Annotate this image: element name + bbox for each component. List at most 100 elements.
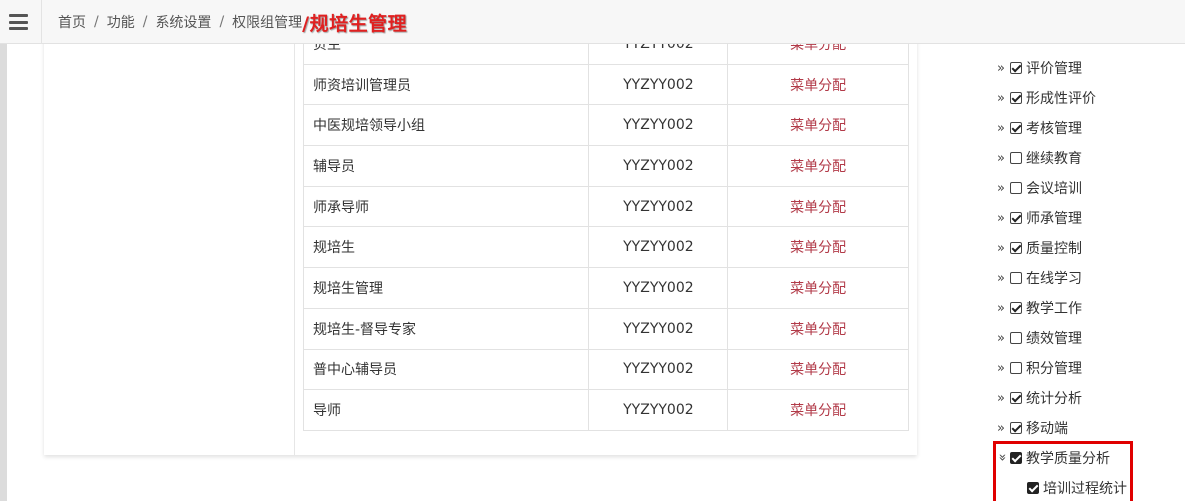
checkbox-checked-icon[interactable]	[1027, 482, 1039, 494]
tree-item[interactable]: » 教学工作	[997, 293, 1185, 323]
tree-item[interactable]: » 会议培训	[997, 173, 1185, 203]
tree-item[interactable]: » 评价管理	[997, 53, 1185, 83]
menu-assign-link[interactable]: 菜单分配	[790, 118, 846, 134]
tree-item[interactable]: » 继续教育	[997, 143, 1185, 173]
role-code-cell: YYZYY002	[588, 185, 729, 228]
chevron-right-icon[interactable]: »	[997, 421, 1010, 436]
chevron-right-icon[interactable]: »	[997, 241, 1010, 256]
chevron-right-icon[interactable]: »	[997, 361, 1010, 376]
tree-item[interactable]: » 积分管理	[997, 353, 1185, 383]
tree-item-label: 移动端	[1026, 421, 1068, 437]
menu-assign-link[interactable]: 菜单分配	[790, 240, 846, 256]
checkbox-checked-icon[interactable]	[1010, 422, 1022, 434]
tree-item-label: 师承管理	[1026, 211, 1082, 227]
tree-item[interactable]: » 移动端	[997, 413, 1185, 443]
role-name-cell: 中医规培领导小组	[302, 104, 590, 147]
tree-item-label: 考核管理	[1026, 121, 1082, 137]
menu-assign-link[interactable]: 菜单分配	[790, 200, 846, 216]
tree-item[interactable]: » 质量控制	[997, 233, 1185, 263]
role-action-cell: 菜单分配	[727, 63, 909, 106]
tree-item-label: 教学质量分析	[1026, 451, 1110, 467]
menu-permission-tree: » 评价管理 » 形成性评价 » 考核管理 » 继续教育 » 会议培训 » 师承管理 » 质量控制 » 在线学…	[995, 53, 1185, 501]
tree-item[interactable]: » 教学质量分析	[995, 443, 1185, 473]
breadcrumb-separator: /	[142, 14, 148, 30]
menu-assign-link[interactable]: 菜单分配	[790, 78, 846, 94]
menu-toggle-button[interactable]	[0, 0, 36, 44]
checkbox-checked-icon[interactable]	[1010, 212, 1022, 224]
checkbox-empty-icon[interactable]	[1010, 332, 1022, 344]
checkbox-empty-icon[interactable]	[1010, 362, 1022, 374]
table-row: 辅导员 YYZYY002 菜单分配	[302, 145, 909, 187]
chevron-right-icon[interactable]: »	[997, 331, 1010, 346]
checkbox-empty-icon[interactable]	[1010, 272, 1022, 284]
checkbox-empty-icon[interactable]	[1010, 152, 1022, 164]
chevron-right-icon[interactable]: »	[997, 271, 1010, 286]
breadcrumb: 首页 / 功能 / 系统设置 / 权限组管理 /规培生管理	[58, 0, 407, 44]
breadcrumb-current: /规培生管理	[302, 12, 408, 35]
role-name-cell: 规培生管理	[302, 267, 590, 309]
tree-item-label: 积分管理	[1026, 361, 1082, 377]
checkbox-checked-icon[interactable]	[1010, 452, 1022, 464]
role-action-cell: 菜单分配	[727, 389, 909, 431]
tree-item[interactable]: » 绩效管理	[997, 323, 1185, 353]
tree-item-label: 形成性评价	[1026, 91, 1096, 107]
breadcrumb-separator: /	[219, 14, 225, 30]
checkbox-checked-icon[interactable]	[1010, 302, 1022, 314]
table-row: 规培生-督导专家 YYZYY002 菜单分配	[302, 307, 909, 350]
tree-item[interactable]: » 师承管理	[997, 203, 1185, 233]
chevron-right-icon[interactable]: »	[997, 61, 1010, 76]
chevron-right-icon[interactable]: »	[997, 181, 1010, 196]
table-row: 规培生管理 YYZYY002 菜单分配	[302, 267, 909, 309]
breadcrumb-home[interactable]: 首页	[58, 12, 86, 32]
tree-item-label: 培训过程统计	[1043, 481, 1127, 497]
menu-assign-link[interactable]: 菜单分配	[790, 362, 846, 378]
checkbox-checked-icon[interactable]	[1010, 242, 1022, 254]
tree-item[interactable]: » 形成性评价	[997, 83, 1185, 113]
tree-item[interactable]: 培训过程统计	[997, 473, 1185, 501]
role-name-cell: 师承导师	[302, 185, 590, 228]
table-row: 师承导师 YYZYY002 菜单分配	[302, 185, 909, 228]
table-row: 师资培训管理员 YYZYY002 菜单分配	[302, 63, 909, 106]
menu-assign-link[interactable]: 菜单分配	[790, 322, 846, 338]
menu-assign-link[interactable]: 菜单分配	[790, 159, 846, 175]
checkbox-checked-icon[interactable]	[1010, 62, 1022, 74]
chevron-right-icon[interactable]: »	[997, 121, 1010, 136]
header-divider	[41, 0, 42, 44]
menu-assign-link[interactable]: 菜单分配	[790, 281, 846, 297]
role-code-cell: YYZYY002	[588, 226, 729, 269]
tree-item-label: 评价管理	[1026, 61, 1082, 77]
table-row: 普中心辅导员 YYZYY002 菜单分配	[302, 348, 909, 391]
tree-item-label: 继续教育	[1026, 151, 1082, 167]
breadcrumb-system-settings[interactable]: 系统设置	[155, 12, 211, 32]
tree-item[interactable]: » 在线学习	[997, 263, 1185, 293]
breadcrumb-permission-group[interactable]: 权限组管理	[232, 12, 302, 32]
menu-assign-link[interactable]: 菜单分配	[790, 403, 846, 419]
breadcrumb-separator: /	[94, 14, 99, 30]
checkbox-checked-icon[interactable]	[1010, 122, 1022, 134]
chevron-right-icon[interactable]: »	[997, 91, 1010, 106]
table-row: 导师 YYZYY002 菜单分配	[302, 389, 909, 431]
checkbox-empty-icon[interactable]	[1010, 182, 1022, 194]
tree-item-label: 质量控制	[1026, 241, 1082, 257]
tree-item-label: 教学工作	[1026, 301, 1082, 317]
role-code-cell: YYZYY002	[588, 104, 729, 147]
checkbox-checked-icon[interactable]	[1010, 392, 1022, 404]
role-name-cell: 规培生-督导专家	[302, 307, 590, 350]
chevron-right-icon[interactable]: »	[997, 211, 1010, 226]
tree-item-label: 在线学习	[1026, 271, 1082, 287]
chevron-right-icon[interactable]: »	[997, 391, 1010, 406]
table-row: 中医规培领导小组 YYZYY002 菜单分配	[302, 104, 909, 147]
breadcrumb-function[interactable]: 功能	[107, 12, 135, 32]
tree-item[interactable]: » 考核管理	[997, 113, 1185, 143]
panel-column-divider	[294, 0, 295, 455]
tree-item[interactable]: » 统计分析	[997, 383, 1185, 413]
chevron-right-icon[interactable]: »	[997, 151, 1010, 166]
role-name-cell: 导师	[302, 389, 590, 431]
chevron-right-icon[interactable]: »	[997, 301, 1010, 316]
hamburger-icon	[8, 14, 28, 30]
role-action-cell: 菜单分配	[727, 104, 909, 147]
chevron-down-icon[interactable]: »	[995, 453, 1010, 463]
checkbox-checked-icon[interactable]	[1010, 92, 1022, 104]
table-row: 规培生 YYZYY002 菜单分配	[302, 226, 909, 269]
tree-item-label: 会议培训	[1026, 181, 1082, 197]
